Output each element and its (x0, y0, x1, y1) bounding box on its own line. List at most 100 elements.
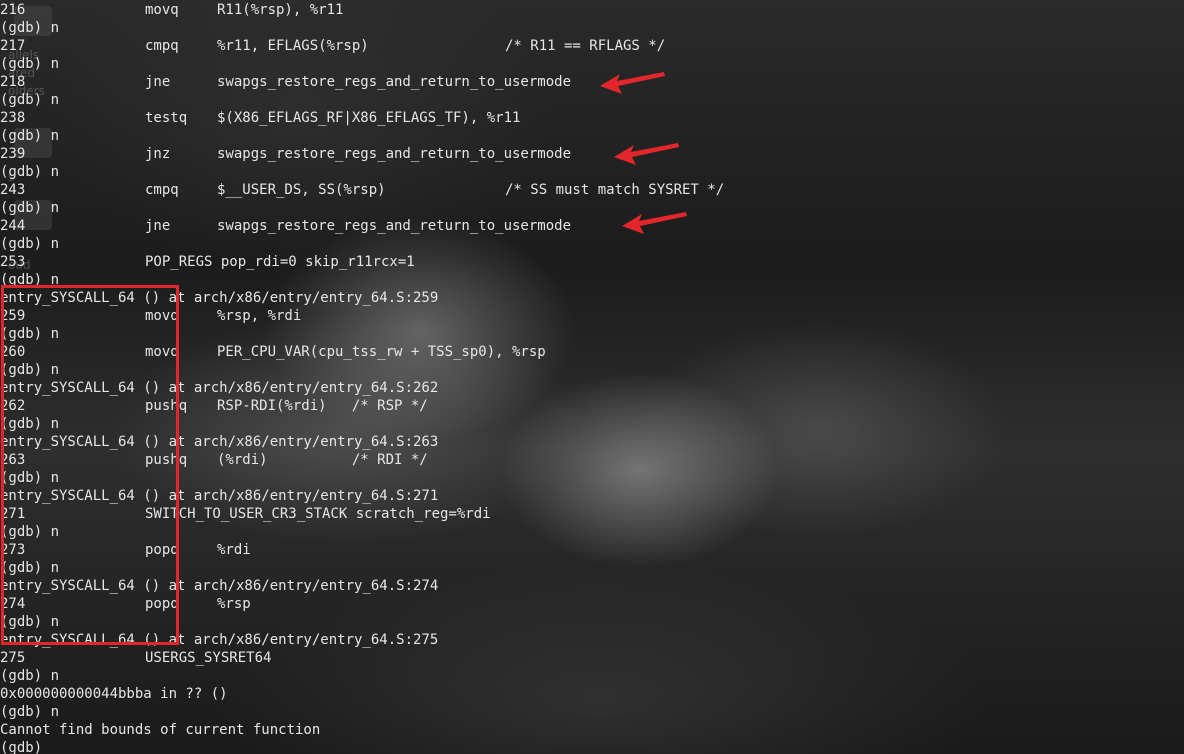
terminal-line: (gdb) n (0, 523, 1184, 541)
gdb-output-line: 0x000000000044bbba in ?? () (0, 686, 228, 702)
terminal-line: (gdb) n (0, 271, 1184, 289)
gdb-prompt: (gdb) n (0, 362, 60, 378)
source-line-number: 244 (0, 218, 26, 234)
annotation-arrow-icon (600, 72, 665, 94)
terminal-line: (gdb) n (0, 415, 1184, 433)
asm-instruction: jne (145, 74, 171, 90)
source-line-number: 274 (0, 596, 26, 612)
asm-instruction: testq (145, 110, 188, 126)
source-line-number: 260 (0, 344, 26, 360)
terminal-line: entry_SYSCALL_64 () at arch/x86/entry/en… (0, 487, 1184, 505)
asm-instruction: USERGS_SYSRET64 (145, 650, 272, 666)
terminal-line: (gdb) n (0, 235, 1184, 253)
terminal-line: 262 pushq RSP-RDI(%rdi) /* RSP */ (0, 397, 1184, 415)
terminal-line: 238 testq $(X86_EFLAGS_RF|X86_EFLAGS_TF), … (0, 109, 1184, 127)
gdb-prompt: (gdb) n (0, 560, 60, 576)
asm-instruction: pushq (145, 452, 188, 468)
gdb-prompt: (gdb) n (0, 614, 60, 630)
gdb-prompt: (gdb) n (0, 704, 60, 720)
terminal-line: 243 cmpq $__USER_DS, SS(%rsp) /* SS must ma… (0, 181, 1184, 199)
asm-operands: %rsp, %rdi (217, 308, 302, 324)
gdb-prompt: (gdb) n (0, 326, 60, 342)
terminal-line: 259 movq %rsp, %rdi (0, 307, 1184, 325)
terminal-line: (gdb) n (0, 325, 1184, 343)
asm-operands: %rsp (217, 596, 251, 612)
terminal-line: (gdb) n (0, 127, 1184, 145)
terminal-line: Cannot find bounds of current function (0, 721, 1184, 739)
source-line-number: 238 (0, 110, 26, 126)
terminal-line: (gdb) n (0, 199, 1184, 217)
terminal-line: 217 cmpq %r11, EFLAGS(%rsp) /* R11 == RFLAG… (0, 37, 1184, 55)
gdb-output-line: Cannot find bounds of current function (0, 722, 321, 738)
source-line-number: 243 (0, 182, 26, 198)
source-line-number: 217 (0, 38, 26, 54)
terminal-line: 239 jnz swapgs_restore_regs_and_return_to_… (0, 145, 1184, 163)
asm-operands: (%rdi) /* RDI */ (217, 452, 428, 468)
source-line-number: 216 (0, 2, 26, 18)
source-line-number: 271 (0, 506, 26, 522)
source-line-number: 273 (0, 542, 26, 558)
gdb-prompt: (gdb) n (0, 524, 60, 540)
source-line-number: 239 (0, 146, 26, 162)
asm-operands: swapgs_restore_regs_and_return_to_usermo… (217, 74, 572, 90)
asm-instruction: POP_REGS pop_rdi=0 skip_r11rcx=1 (145, 254, 415, 270)
gdb-prompt: (gdb) n (0, 128, 60, 144)
terminal-line: 244 jne swapgs_restore_regs_and_return_to_… (0, 217, 1184, 235)
source-line-number: 259 (0, 308, 26, 324)
terminal-line: entry_SYSCALL_64 () at arch/x86/entry/en… (0, 577, 1184, 595)
terminal-line: (gdb) (0, 739, 1184, 754)
terminal-line: entry_SYSCALL_64 () at arch/x86/entry/en… (0, 433, 1184, 451)
terminal-line: 216 movq R11(%rsp), %r11 (0, 1, 1184, 19)
gdb-output-line: entry_SYSCALL_64 () at arch/x86/entry/en… (0, 380, 439, 396)
gdb-prompt: (gdb) n (0, 56, 60, 72)
asm-comment: /* R11 == RFLAGS */ (505, 38, 666, 54)
asm-operands: $(X86_EFLAGS_RF|X86_EFLAGS_TF), %r11 (217, 110, 521, 126)
terminal-line: (gdb) n (0, 361, 1184, 379)
terminal-line: (gdb) n (0, 469, 1184, 487)
asm-comment: /* SS must match SYSRET */ (505, 182, 725, 198)
asm-instruction: movq (145, 344, 179, 360)
asm-operands: swapgs_restore_regs_and_return_to_usermo… (217, 218, 572, 234)
asm-instruction: popq (145, 542, 179, 558)
terminal-line: (gdb) n (0, 55, 1184, 73)
terminal-line: (gdb) n (0, 613, 1184, 631)
asm-instruction: movq (145, 2, 179, 18)
gdb-prompt: (gdb) n (0, 236, 60, 252)
gdb-output-line: entry_SYSCALL_64 () at arch/x86/entry/en… (0, 434, 439, 450)
gdb-output-line: entry_SYSCALL_64 () at arch/x86/entry/en… (0, 632, 439, 648)
gdb-prompt: (gdb) n (0, 416, 60, 432)
gdb-output-line: entry_SYSCALL_64 () at arch/x86/entry/en… (0, 578, 439, 594)
asm-instruction: jne (145, 218, 171, 234)
gdb-prompt: (gdb) n (0, 470, 60, 486)
terminal-line: entry_SYSCALL_64 () at arch/x86/entry/en… (0, 631, 1184, 649)
terminal-line: entry_SYSCALL_64 () at arch/x86/entry/en… (0, 379, 1184, 397)
asm-instruction: cmpq (145, 38, 179, 54)
asm-operands: %r11, EFLAGS(%rsp) (217, 38, 369, 54)
gdb-prompt: (gdb) n (0, 272, 60, 288)
gdb-output-line: entry_SYSCALL_64 () at arch/x86/entry/en… (0, 488, 439, 504)
gdb-prompt: (gdb) n (0, 92, 60, 108)
source-line-number: 253 (0, 254, 26, 270)
terminal-line: 274 popq %rsp (0, 595, 1184, 613)
terminal-line: 218 jne swapgs_restore_regs_and_return_to_… (0, 73, 1184, 91)
gdb-prompt: (gdb) n (0, 164, 60, 180)
terminal-line: (gdb) n (0, 163, 1184, 181)
terminal-line: (gdb) n (0, 91, 1184, 109)
asm-operands: R11(%rsp), %r11 (217, 2, 344, 18)
terminal-line: 271 SWITCH_TO_USER_CR3_STACK scratch_reg=… (0, 505, 1184, 523)
annotation-arrow-icon (614, 143, 679, 165)
terminal-line: (gdb) n (0, 19, 1184, 37)
asm-instruction: popq (145, 596, 179, 612)
asm-operands: swapgs_restore_regs_and_return_to_usermo… (217, 146, 572, 162)
source-line-number: 263 (0, 452, 26, 468)
source-line-number: 262 (0, 398, 26, 414)
asm-instruction: jnz (145, 146, 171, 162)
terminal-line: (gdb) n (0, 703, 1184, 721)
source-line-number: 218 (0, 74, 26, 90)
gdb-output-line: entry_SYSCALL_64 () at arch/x86/entry/en… (0, 290, 439, 306)
gdb-terminal[interactable]: 216 movq R11(%rsp), %r11 (gdb) n 217 cmpq %r11… (0, 0, 1184, 754)
terminal-line: (gdb) n (0, 667, 1184, 685)
asm-instruction: pushq (145, 398, 188, 414)
gdb-prompt: (gdb) n (0, 200, 60, 216)
terminal-line: 0x000000000044bbba in ?? () (0, 685, 1184, 703)
